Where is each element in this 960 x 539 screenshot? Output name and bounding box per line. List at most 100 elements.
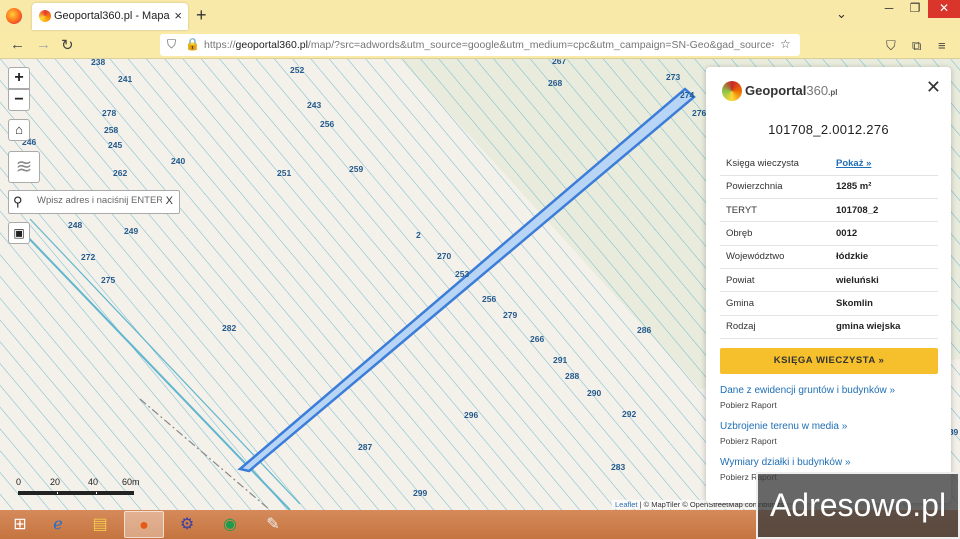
forward-arrow-icon[interactable]: → [36, 36, 51, 53]
tab-geoportal[interactable]: Geoportal360.pl - Mapa Interaktywna × [32, 3, 188, 30]
pocket-icon[interactable]: ⛉ [886, 38, 896, 54]
attribute-value: 1285 m² [836, 175, 938, 200]
scale-bar: 0 20 40 60m [14, 477, 144, 499]
bookmark-star-icon[interactable]: ☆ [780, 37, 791, 51]
dimensions-report-link[interactable]: Wymiary działki i budynków » [720, 457, 851, 468]
tab-close-icon[interactable]: × [174, 8, 182, 23]
parcel-label: 279 [503, 310, 517, 320]
reload-icon[interactable]: ↻ [61, 36, 74, 54]
attribute-key: Województwo [720, 245, 836, 269]
parcel-id: 101708_2.0012.276 [768, 122, 889, 137]
minimize-button[interactable]: ─ [876, 0, 902, 18]
parcel-label: 259 [349, 164, 363, 174]
parcel-label: 252 [290, 65, 304, 75]
scale-label: 60m [122, 477, 140, 487]
parcel-label: 241 [118, 74, 132, 84]
zoom-out-button[interactable]: − [8, 89, 30, 111]
paint-taskbar-icon[interactable]: ✎ [253, 511, 293, 538]
tab-title: Geoportal360.pl - Mapa Interaktywna [54, 10, 170, 22]
utilities-report-link[interactable]: Uzbrojenie terenu w media » [720, 421, 847, 432]
leaflet-link[interactable]: Leaflet [615, 500, 638, 509]
back-arrow-icon[interactable]: ← [10, 36, 25, 53]
shield-icon[interactable]: ⛉ [167, 37, 176, 52]
parcel-label: 256 [482, 294, 496, 304]
parcel-label: 270 [437, 251, 451, 261]
egib-report-sub[interactable]: Pobierz Raport [720, 400, 777, 410]
parcel-label: 253 [455, 269, 469, 279]
parcel-label: 272 [81, 252, 95, 262]
layers-icon[interactable]: ≋ [8, 151, 40, 183]
parcel-label: 243 [307, 100, 321, 110]
attribute-value: 101708_2 [836, 198, 938, 223]
attribute-key: Powierzchnia [720, 175, 836, 200]
parcel-label: 248 [68, 220, 82, 230]
parcel-label: 262 [113, 168, 127, 178]
browser-window: Geoportal360.pl - Mapa Interaktywna × + … [0, 0, 960, 510]
parcel-label: 299 [413, 488, 427, 498]
search-icon[interactable]: ⚲ [13, 194, 23, 210]
parcel-label: 268 [548, 78, 562, 88]
attribute-key: Rodzaj [720, 315, 836, 339]
hamburger-menu-icon[interactable]: ≡ [938, 38, 946, 53]
parcel-label: 287 [358, 442, 372, 452]
close-window-button[interactable]: ✕ [928, 0, 960, 18]
close-panel-icon[interactable]: ✕ [926, 77, 941, 98]
url-text[interactable]: https://geoportal360.pl/map/?src=adwords… [204, 39, 774, 51]
maximize-button[interactable]: ❐ [902, 0, 928, 18]
parcel-label: 275 [101, 275, 115, 285]
parcel-info-panel: Geoportal360.pl ✕ 101708_2.0012.276 Księ… [706, 67, 951, 503]
book-icon[interactable]: ▣ [8, 222, 30, 244]
attribute-key: Księga wieczysta [720, 152, 836, 176]
lock-icon[interactable]: 🔒 [185, 37, 200, 51]
zoom-in-button[interactable]: + [8, 67, 30, 89]
file-explorer-icon[interactable]: ▤ [80, 511, 120, 538]
parcel-label: 238 [91, 59, 105, 67]
parcel-label: 245 [108, 140, 122, 150]
firefox-taskbar-icon[interactable]: ● [124, 511, 164, 538]
kw-show-link[interactable]: Pokaż » [836, 152, 938, 176]
parcel-label: 273 [666, 72, 680, 82]
geoportal-logo-icon [722, 81, 742, 101]
address-search: ⚲ X [8, 190, 180, 214]
attribute-row: Księga wieczysta Pokaż » [720, 152, 938, 176]
attribute-row: Gmina Skomlin [720, 291, 938, 316]
new-tab-button[interactable]: + [196, 5, 207, 26]
attribute-row: Powierzchnia 1285 m² [720, 175, 938, 200]
geoportal-favicon-icon [39, 10, 51, 22]
parcel-label: 240 [171, 156, 185, 166]
parcel-label: 267 [552, 59, 566, 66]
search-input[interactable] [37, 195, 162, 206]
search-clear-button[interactable]: X [166, 195, 173, 207]
attribute-row: TERYT 101708_2 [720, 198, 938, 223]
parcel-label: 283 [611, 462, 625, 472]
kw-button[interactable]: KSIĘGA WIECZYSTA » [720, 348, 938, 374]
parcel-attributes-table: Księga wieczysta Pokaż » Powierzchnia 1285 … [720, 152, 938, 339]
list-tabs-chevron-icon[interactable]: ⌄ [836, 6, 847, 22]
firefox-menu-icon[interactable] [6, 8, 22, 24]
tab-bar: Geoportal360.pl - Mapa Interaktywna × + … [0, 0, 960, 32]
attribute-key: Gmina [720, 291, 836, 316]
scale-ruler [18, 491, 134, 495]
parcel-label: 2 [416, 230, 421, 240]
parcel-label: 256 [320, 119, 334, 129]
attribute-value: 0012 [836, 221, 938, 246]
settings-taskbar-icon[interactable]: ⚙ [167, 511, 207, 538]
map-view[interactable]: 238 241 252 267 268 273 274 276 278 243 256 258 245 2… [0, 59, 960, 510]
chrome-taskbar-icon[interactable]: ◉ [210, 511, 250, 538]
windows-start-icon[interactable]: ⊞ [0, 511, 40, 538]
parcel-label: 251 [277, 168, 291, 178]
parcel-label: 249 [124, 226, 138, 236]
attribute-value: Skomlin [836, 291, 938, 316]
parcel-label: 292 [622, 409, 636, 419]
parcel-label: 286 [637, 325, 651, 335]
url-bar[interactable]: ⛉ 🔒 https://geoportal360.pl/map/?src=adw… [160, 34, 800, 56]
internet-explorer-icon[interactable]: ℯ [38, 511, 78, 538]
scale-label: 0 [16, 477, 22, 487]
scale-label: 20 [50, 477, 61, 487]
parcel-label: 278 [102, 108, 116, 118]
parcel-label: 276 [692, 108, 706, 118]
extensions-icon[interactable]: ⧉ [912, 38, 921, 54]
utilities-report-sub[interactable]: Pobierz Raport [720, 436, 777, 446]
egib-report-link[interactable]: Dane z ewidencji gruntów i budynków » [720, 385, 895, 396]
home-icon[interactable]: ⌂ [8, 119, 30, 141]
